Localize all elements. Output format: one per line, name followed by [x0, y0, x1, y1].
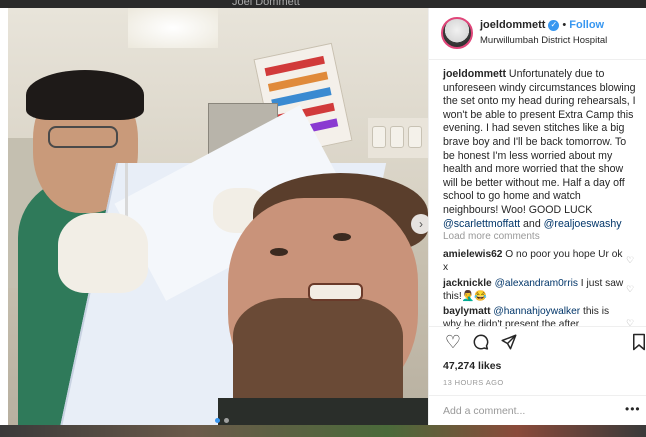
caption-text: Unfortunately due to unforeseen windy ci…	[443, 68, 636, 216]
caption-and: and	[520, 217, 544, 230]
comment-like-heart-icon[interactable]: ♡	[626, 255, 636, 265]
background-bottom-strip	[0, 425, 646, 437]
comment-username[interactable]: jacknickle	[443, 278, 492, 289]
add-comment-input[interactable]	[443, 403, 618, 419]
post-header: joeldommett ✓ • Follow Murwillumbah Dist…	[429, 8, 646, 60]
divider	[429, 326, 646, 327]
comment-item: baylymatt @hannahjoywalker this is why h…	[443, 305, 625, 331]
follow-button[interactable]: Follow	[569, 19, 604, 31]
comment-username[interactable]: baylymatt	[443, 306, 491, 317]
caption-mention-1[interactable]: @scarlettmoffatt	[443, 218, 520, 230]
photo-doctor-hair	[26, 70, 144, 120]
chevron-right-icon: ›	[419, 217, 423, 231]
caption-mention-2[interactable]: @realjoeswashy	[544, 218, 622, 230]
post-side-panel: joeldommett ✓ • Follow Murwillumbah Dist…	[428, 8, 646, 425]
photo-ceiling-light	[128, 8, 218, 48]
like-count[interactable]: 47,274 likes	[443, 360, 501, 372]
load-more-comments-button[interactable]: Load more comments	[443, 231, 540, 242]
photo-patient-shirt	[218, 398, 428, 425]
comment-like-heart-icon[interactable]: ♡	[626, 284, 636, 294]
comment-mention[interactable]: @hannahjoywalker	[493, 306, 580, 317]
heart-icon[interactable]: ♡	[443, 332, 463, 352]
photo-glove-left	[58, 213, 148, 293]
post-location[interactable]: Murwillumbah District Hospital	[480, 35, 607, 46]
comment-mention[interactable]: @alexandram0rris	[495, 278, 578, 289]
share-icon[interactable]	[499, 332, 519, 352]
header-username[interactable]: joeldommett	[480, 19, 545, 31]
post-photo[interactable]: ›	[8, 8, 428, 425]
comment-item: jacknickle @alexandram0rris I just saw t…	[443, 277, 625, 303]
post-actions: ♡	[443, 332, 645, 356]
verified-badge-icon: ✓	[548, 19, 560, 31]
photo-patient-eye-right	[333, 233, 351, 241]
header-handle-row: joeldommett ✓ • Follow	[480, 19, 604, 31]
avatar[interactable]	[441, 17, 473, 49]
comment-item: amielewis62 O no poor you hope Ur ok x	[443, 248, 625, 274]
carousel-next-button[interactable]: ›	[411, 214, 428, 234]
post-timestamp[interactable]: 13 HOURS AGO	[443, 378, 504, 387]
photo-patient-eye-left	[270, 248, 288, 256]
header-separator: •	[562, 19, 567, 31]
comment-icon[interactable]	[471, 332, 491, 352]
bookmark-icon[interactable]	[629, 332, 646, 352]
divider	[429, 395, 646, 396]
photo-doctor-glasses	[48, 126, 118, 148]
more-options-icon[interactable]: •••	[625, 402, 641, 416]
post-caption: joeldommett Unfortunately due to unfores…	[443, 68, 639, 231]
carousel-dots	[215, 418, 229, 423]
carousel-dot-2	[224, 418, 229, 423]
background-name: Joel Dommett	[232, 0, 300, 8]
caption-username[interactable]: joeldommett	[443, 68, 506, 80]
comment-username[interactable]: amielewis62	[443, 249, 502, 260]
carousel-dot-1	[215, 418, 220, 423]
photo-jars	[368, 118, 428, 158]
photo-patient-mouth	[308, 283, 363, 301]
background-top-strip: Joel Dommett	[0, 0, 646, 8]
